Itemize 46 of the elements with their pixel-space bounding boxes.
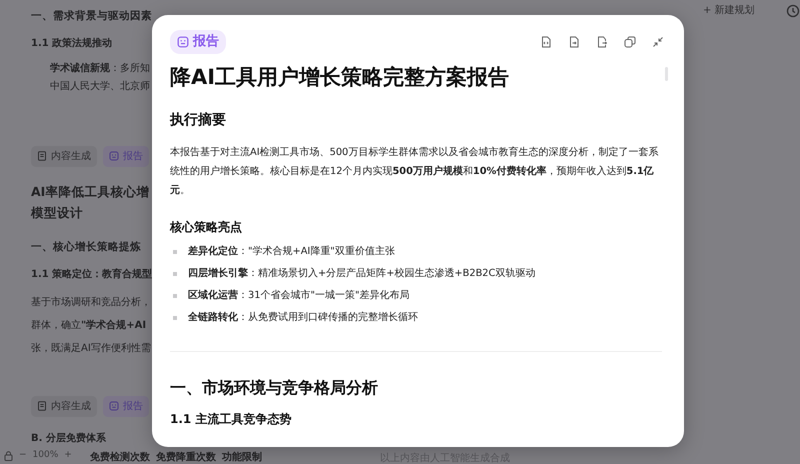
subsection-heading: 核心策略亮点 xyxy=(170,220,243,234)
paragraph: 基于市场调研和竞品分析， 群体，确立"学术合规+AI 张，既满足AI写作便利性需 xyxy=(31,296,152,356)
report-badge: 报告 xyxy=(170,30,226,54)
bullet-text: 全链路转化：从免费试用到口碑传播的完整增长循环 xyxy=(188,310,418,324)
file-export-icon[interactable] xyxy=(568,36,580,48)
table-header-cell-text: 免费降重次数 xyxy=(156,450,216,464)
new-plan-button[interactable]: + 新建规划 xyxy=(703,3,755,18)
report-icon xyxy=(109,151,119,162)
file-share-icon[interactable] xyxy=(596,36,608,48)
subsection-heading: B. 分层免费体系 xyxy=(31,432,107,446)
tag-chip[interactable]: 内容生成 xyxy=(31,396,97,416)
table-header-cell-text: 免费检测次数 xyxy=(90,450,150,464)
bullet-text: 学术诚信新规：多所知 中国人民大学、北京师 xyxy=(50,61,151,94)
bullet-text: 四层增长引擎：精准场景切入+分层产品矩阵+校园生态渗透+B2B2C双轨驱动 xyxy=(188,266,536,280)
report-icon xyxy=(109,401,119,411)
zoom-out-button[interactable]: − xyxy=(19,449,27,462)
bullet-icon xyxy=(173,272,177,276)
summary-paragraph: 本报告基于对主流AI检测工具市场、500万目标学生群体需求以及省会城市教育生态的深度分析，制定了一套系统性的用户增长策略。核心目标是在12个月内实现500万用户规模和10%付费转化率，预期年收入达到5.1亿元。 xyxy=(170,146,660,198)
collapse-icon[interactable] xyxy=(652,36,664,48)
bullet-text: 差异化定位："学术合规+AI降重"双重价值主张 xyxy=(188,244,395,258)
clock-icon[interactable] xyxy=(786,4,800,18)
tag-chip[interactable]: 内容生成 xyxy=(31,146,97,167)
bullet-text: 区域化运营：31个省会城市"一城一策"差异化布局 xyxy=(188,288,410,302)
bullet-icon xyxy=(173,294,177,298)
zoom-in-button[interactable]: + xyxy=(64,449,72,462)
subsection-heading: 1.1 政策法规推动 xyxy=(31,36,114,51)
report-title: 降AI工具用户增长策略完整方案报告 xyxy=(170,64,510,90)
document-icon xyxy=(37,151,47,162)
report-icon xyxy=(177,36,189,48)
section-heading: 执行摘要 xyxy=(170,112,227,128)
section-heading: 一、市场环境与竞争格局分析 xyxy=(170,378,379,398)
document-icon xyxy=(37,401,47,411)
bullet-icon xyxy=(173,250,177,254)
file-code-icon[interactable] xyxy=(540,36,552,48)
subsection-heading: 1.1 主流工具竞争态势 xyxy=(170,412,292,426)
document-title: AI率降低工具核心增 模型设计 xyxy=(31,182,150,222)
table-header-cell-text: 功能限制 xyxy=(222,450,262,464)
tag-chip[interactable]: 报告 xyxy=(103,146,149,167)
section-heading: 一、需求背景与驱动因素 xyxy=(31,9,152,24)
bullet-icon xyxy=(173,316,177,320)
tag-chip[interactable]: 报告 xyxy=(103,396,149,416)
subsection-heading: 1.1 策略定位：教育合规型 xyxy=(31,267,152,282)
section-heading: 一、核心增长策略提炼 xyxy=(31,240,142,255)
zoom-level: 100% xyxy=(32,449,58,462)
copy-icon[interactable] xyxy=(624,36,636,48)
lock-icon[interactable] xyxy=(4,450,13,461)
